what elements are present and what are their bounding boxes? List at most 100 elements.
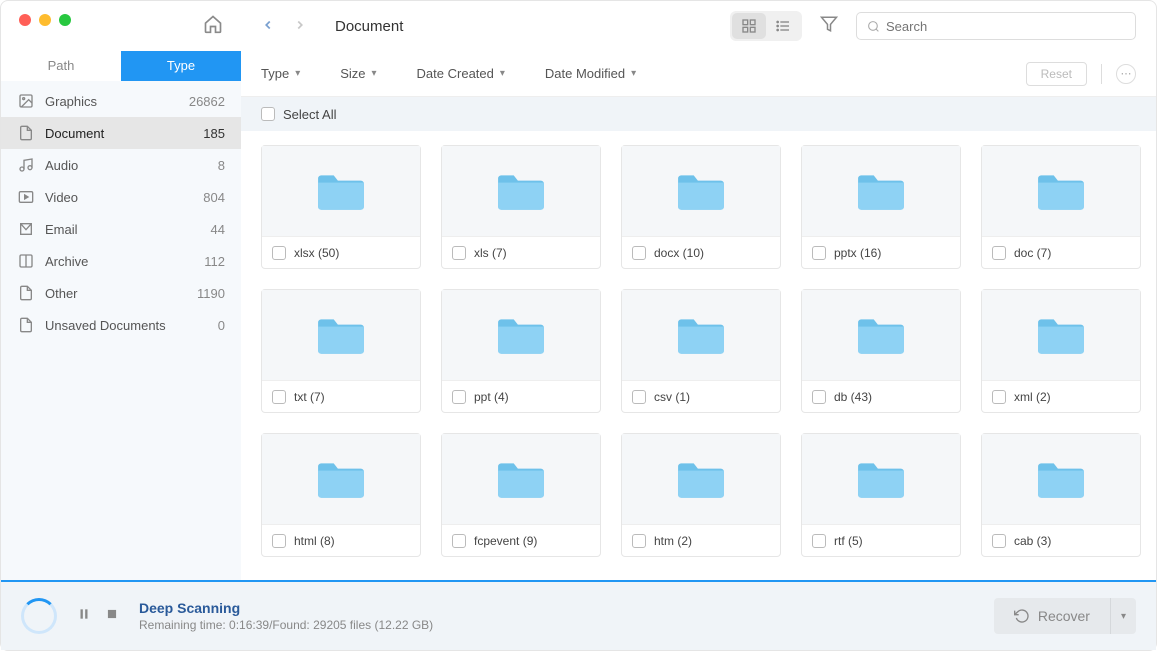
sidebar-item-count: 26862 (189, 94, 225, 109)
search-field[interactable] (886, 19, 1125, 34)
sort-date-modified[interactable]: Date Modified▾ (545, 66, 636, 81)
reset-button[interactable]: Reset (1026, 62, 1087, 86)
folder-checkbox[interactable] (452, 534, 466, 548)
sort-bar: Type▾ Size▾ Date Created▾ Date Modified▾… (241, 51, 1156, 97)
sidebar-item-label: Graphics (45, 94, 97, 109)
sidebar-item-video[interactable]: Video804 (1, 181, 241, 213)
folder-label: pptx (16) (834, 246, 881, 260)
folder-checkbox[interactable] (812, 246, 826, 260)
sidebar-item-other[interactable]: Other1190 (1, 277, 241, 309)
folder-label: xml (2) (1014, 390, 1051, 404)
folder-label: doc (7) (1014, 246, 1051, 260)
folder-checkbox[interactable] (992, 390, 1006, 404)
recover-button[interactable]: Recover (994, 598, 1110, 634)
folder-checkbox[interactable] (632, 390, 646, 404)
folder-label: txt (7) (294, 390, 325, 404)
folder-card[interactable]: rtf (5) (801, 433, 961, 557)
folder-checkbox[interactable] (272, 534, 286, 548)
folder-card[interactable]: xlsx (50) (261, 145, 421, 269)
sidebar: Path Type Graphics 26862 Document185Audio8… (1, 51, 241, 580)
folder-icon (982, 434, 1140, 524)
sidebar-item-count: 44 (211, 222, 225, 237)
sidebar-item-label: Unsaved Documents (45, 318, 166, 333)
folder-card[interactable]: csv (1) (621, 289, 781, 413)
folder-card[interactable]: xml (2) (981, 289, 1141, 413)
maximize-window-icon[interactable] (59, 14, 71, 26)
folder-card[interactable]: html (8) (261, 433, 421, 557)
grid-view-icon[interactable] (732, 13, 766, 39)
sidebar-item-label: Email (45, 222, 78, 237)
filter-icon[interactable] (820, 15, 838, 38)
more-icon[interactable]: ⋯ (1116, 64, 1136, 84)
folder-icon (262, 146, 420, 236)
sidebar-item-label: Document (45, 126, 104, 141)
folder-card[interactable]: txt (7) (261, 289, 421, 413)
stop-icon[interactable] (105, 607, 119, 626)
search-icon (867, 20, 880, 33)
folder-checkbox[interactable] (272, 246, 286, 260)
folder-checkbox[interactable] (812, 390, 826, 404)
close-window-icon[interactable] (19, 14, 31, 26)
sort-size[interactable]: Size▾ (340, 66, 376, 81)
sidebar-item-audio[interactable]: Audio8 (1, 149, 241, 181)
nav-back-icon[interactable] (261, 15, 275, 38)
breadcrumb: Document (335, 18, 403, 35)
nav-forward-icon[interactable] (293, 15, 307, 38)
folder-checkbox[interactable] (632, 534, 646, 548)
scan-title: Deep Scanning (139, 600, 433, 616)
folder-icon (982, 290, 1140, 380)
folder-icon (442, 434, 600, 524)
folder-icon (442, 146, 600, 236)
sidebar-item-graphics[interactable]: Graphics 26862 (1, 85, 241, 117)
folder-label: ppt (4) (474, 390, 509, 404)
progress-spinner-icon (21, 598, 57, 634)
folder-card[interactable]: pptx (16) (801, 145, 961, 269)
folder-icon (622, 290, 780, 380)
sidebar-item-email[interactable]: Email 44 (1, 213, 241, 245)
folder-checkbox[interactable] (992, 534, 1006, 548)
folder-icon (262, 434, 420, 524)
folder-checkbox[interactable] (272, 390, 286, 404)
folder-card[interactable]: ppt (4) (441, 289, 601, 413)
folder-icon (802, 434, 960, 524)
folder-card[interactable]: xls (7) (441, 145, 601, 269)
folder-checkbox[interactable] (452, 246, 466, 260)
folder-checkbox[interactable] (992, 246, 1006, 260)
recover-icon (1014, 608, 1030, 624)
category-icon (17, 253, 35, 269)
sidebar-item-unsaved-documents[interactable]: Unsaved Documents 0 (1, 309, 241, 341)
tab-type[interactable]: Type (121, 51, 241, 81)
sidebar-item-count: 804 (203, 190, 225, 205)
folder-checkbox[interactable] (452, 390, 466, 404)
category-icon (17, 189, 35, 205)
sidebar-item-document[interactable]: Document185 (1, 117, 241, 149)
folder-icon (262, 290, 420, 380)
folder-card[interactable]: htm (2) (621, 433, 781, 557)
sidebar-item-count: 0 (218, 318, 225, 333)
sort-date-created[interactable]: Date Created▾ (417, 66, 505, 81)
home-icon[interactable] (203, 14, 223, 39)
folder-label: cab (3) (1014, 534, 1051, 548)
select-all-checkbox[interactable] (261, 107, 275, 121)
folder-checkbox[interactable] (812, 534, 826, 548)
folder-icon (442, 290, 600, 380)
list-view-icon[interactable] (766, 13, 800, 39)
sort-type[interactable]: Type▾ (261, 66, 300, 81)
folder-label: db (43) (834, 390, 872, 404)
folder-card[interactable]: db (43) (801, 289, 961, 413)
window-controls[interactable] (1, 14, 241, 39)
category-icon (17, 317, 35, 333)
search-input[interactable] (856, 12, 1136, 40)
minimize-window-icon[interactable] (39, 14, 51, 26)
sidebar-item-archive[interactable]: Archive112 (1, 245, 241, 277)
folder-card[interactable]: fcpevent (9) (441, 433, 601, 557)
view-toggle (730, 11, 802, 41)
folder-card[interactable]: docx (10) (621, 145, 781, 269)
folder-checkbox[interactable] (632, 246, 646, 260)
select-all-label: Select All (283, 107, 336, 122)
recover-dropdown[interactable]: ▾ (1110, 598, 1136, 634)
folder-card[interactable]: doc (7) (981, 145, 1141, 269)
pause-icon[interactable] (77, 607, 91, 626)
tab-path[interactable]: Path (1, 51, 121, 81)
folder-card[interactable]: cab (3) (981, 433, 1141, 557)
